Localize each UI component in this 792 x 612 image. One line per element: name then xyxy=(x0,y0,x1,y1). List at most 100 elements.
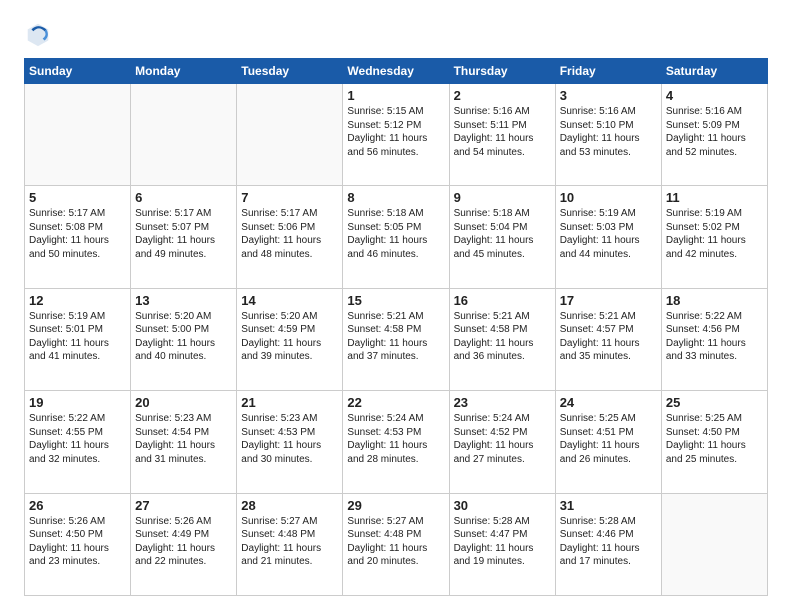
calendar-cell: 29Sunrise: 5:27 AM Sunset: 4:48 PM Dayli… xyxy=(343,493,449,595)
day-info: Sunrise: 5:16 AM Sunset: 5:09 PM Dayligh… xyxy=(666,105,763,159)
day-number: 12 xyxy=(29,293,126,308)
calendar-week-3: 12 Sunrise: 5:19 AM Sunset: 5:01 PM Dayli… xyxy=(25,288,768,390)
day-info: Sunrise: 5:20 AM Sunset: 4:59 PM Dayligh… xyxy=(241,310,338,364)
day-number: 26 xyxy=(29,498,126,513)
calendar-cell: 31 Sunrise: 5:28 AM Sunset: 4:46 PM Dayli… xyxy=(555,493,661,595)
day-info: Sunrise: 5:27 AM Sunset: 4:48 PM Dayligh… xyxy=(347,515,444,569)
calendar-cell xyxy=(25,84,131,186)
calendar-cell: 3 Sunrise: 5:16 AM Sunset: 5:10 PM Daylig… xyxy=(555,84,661,186)
day-number: 1 xyxy=(347,88,444,103)
day-number: 31 xyxy=(560,498,657,513)
calendar-cell: 30 Sunrise: 5:28 AM Sunset: 4:47 PM Dayli… xyxy=(449,493,555,595)
calendar-cell: 12 Sunrise: 5:19 AM Sunset: 5:01 PM Dayli… xyxy=(25,288,131,390)
page: SundayMondayTuesdayWednesdayThursdayFrid… xyxy=(0,0,792,612)
weekday-header-thursday: Thursday xyxy=(449,59,555,84)
day-info: Sunrise: 5:22 AM Sunset: 4:55 PM Dayligh… xyxy=(29,412,126,466)
calendar-cell: 24 Sunrise: 5:25 AM Sunset: 4:51 PM Dayli… xyxy=(555,391,661,493)
day-info: Sunrise: 5:19 AM Sunset: 5:02 PM Dayligh… xyxy=(666,207,763,261)
calendar-cell: 13 Sunrise: 5:20 AM Sunset: 5:00 PM Dayli… xyxy=(131,288,237,390)
calendar-week-1: 1 Sunrise: 5:15 AM Sunset: 5:12 PM Daylig… xyxy=(25,84,768,186)
day-info: Sunrise: 5:24 AM Sunset: 4:52 PM Dayligh… xyxy=(454,412,551,466)
day-number: 25 xyxy=(666,395,763,410)
day-info: Sunrise: 5:21 AM Sunset: 4:58 PM Dayligh… xyxy=(347,310,444,364)
calendar-cell xyxy=(237,84,343,186)
calendar-cell: 7Sunrise: 5:17 AM Sunset: 5:06 PM Daylig… xyxy=(237,186,343,288)
calendar-cell: 25 Sunrise: 5:25 AM Sunset: 4:50 PM Dayli… xyxy=(661,391,767,493)
day-info: Sunrise: 5:19 AM Sunset: 5:01 PM Dayligh… xyxy=(29,310,126,364)
day-number: 24 xyxy=(560,395,657,410)
day-number: 27 xyxy=(135,498,232,513)
day-info: Sunrise: 5:21 AM Sunset: 4:58 PM Dayligh… xyxy=(454,310,551,364)
weekday-header-row: SundayMondayTuesdayWednesdayThursdayFrid… xyxy=(25,59,768,84)
day-info: Sunrise: 5:28 AM Sunset: 4:46 PM Dayligh… xyxy=(560,515,657,569)
calendar-cell: 11 Sunrise: 5:19 AM Sunset: 5:02 PM Dayli… xyxy=(661,186,767,288)
calendar-cell: 27 Sunrise: 5:26 AM Sunset: 4:49 PM Dayli… xyxy=(131,493,237,595)
day-info: Sunrise: 5:26 AM Sunset: 4:49 PM Dayligh… xyxy=(135,515,232,569)
calendar-cell: 19 Sunrise: 5:22 AM Sunset: 4:55 PM Dayli… xyxy=(25,391,131,493)
day-info: Sunrise: 5:15 AM Sunset: 5:12 PM Dayligh… xyxy=(347,105,444,159)
calendar-cell: 4 Sunrise: 5:16 AM Sunset: 5:09 PM Daylig… xyxy=(661,84,767,186)
weekday-header-wednesday: Wednesday xyxy=(343,59,449,84)
calendar-week-5: 26 Sunrise: 5:26 AM Sunset: 4:50 PM Dayli… xyxy=(25,493,768,595)
calendar-cell: 5Sunrise: 5:17 AM Sunset: 5:08 PM Daylig… xyxy=(25,186,131,288)
day-info: Sunrise: 5:20 AM Sunset: 5:00 PM Dayligh… xyxy=(135,310,232,364)
day-number: 7 xyxy=(241,190,338,205)
calendar-cell: 28Sunrise: 5:27 AM Sunset: 4:48 PM Dayli… xyxy=(237,493,343,595)
day-info: Sunrise: 5:23 AM Sunset: 4:54 PM Dayligh… xyxy=(135,412,232,466)
day-number: 30 xyxy=(454,498,551,513)
day-info: Sunrise: 5:25 AM Sunset: 4:51 PM Dayligh… xyxy=(560,412,657,466)
calendar-cell: 22 Sunrise: 5:24 AM Sunset: 4:53 PM Dayli… xyxy=(343,391,449,493)
day-info: Sunrise: 5:21 AM Sunset: 4:57 PM Dayligh… xyxy=(560,310,657,364)
day-info: Sunrise: 5:28 AM Sunset: 4:47 PM Dayligh… xyxy=(454,515,551,569)
day-number: 13 xyxy=(135,293,232,308)
day-number: 21 xyxy=(241,395,338,410)
calendar-week-4: 19 Sunrise: 5:22 AM Sunset: 4:55 PM Dayli… xyxy=(25,391,768,493)
weekday-header-saturday: Saturday xyxy=(661,59,767,84)
logo xyxy=(24,20,56,48)
weekday-header-friday: Friday xyxy=(555,59,661,84)
day-number: 4 xyxy=(666,88,763,103)
day-info: Sunrise: 5:17 AM Sunset: 5:08 PM Dayligh… xyxy=(29,207,126,261)
day-number: 8 xyxy=(347,190,444,205)
day-number: 20 xyxy=(135,395,232,410)
calendar-cell: 9Sunrise: 5:18 AM Sunset: 5:04 PM Daylig… xyxy=(449,186,555,288)
day-number: 2 xyxy=(454,88,551,103)
calendar-cell: 2 Sunrise: 5:16 AM Sunset: 5:11 PM Daylig… xyxy=(449,84,555,186)
calendar-cell: 14 Sunrise: 5:20 AM Sunset: 4:59 PM Dayli… xyxy=(237,288,343,390)
calendar-week-2: 5Sunrise: 5:17 AM Sunset: 5:08 PM Daylig… xyxy=(25,186,768,288)
day-number: 3 xyxy=(560,88,657,103)
day-number: 10 xyxy=(560,190,657,205)
day-number: 9 xyxy=(454,190,551,205)
day-info: Sunrise: 5:18 AM Sunset: 5:05 PM Dayligh… xyxy=(347,207,444,261)
day-info: Sunrise: 5:25 AM Sunset: 4:50 PM Dayligh… xyxy=(666,412,763,466)
day-info: Sunrise: 5:19 AM Sunset: 5:03 PM Dayligh… xyxy=(560,207,657,261)
calendar-cell: 10 Sunrise: 5:19 AM Sunset: 5:03 PM Dayli… xyxy=(555,186,661,288)
weekday-header-sunday: Sunday xyxy=(25,59,131,84)
calendar-cell: 15Sunrise: 5:21 AM Sunset: 4:58 PM Dayli… xyxy=(343,288,449,390)
calendar-cell: 17 Sunrise: 5:21 AM Sunset: 4:57 PM Dayli… xyxy=(555,288,661,390)
day-number: 23 xyxy=(454,395,551,410)
day-number: 22 xyxy=(347,395,444,410)
header xyxy=(24,20,768,48)
day-number: 14 xyxy=(241,293,338,308)
weekday-header-monday: Monday xyxy=(131,59,237,84)
day-number: 6 xyxy=(135,190,232,205)
calendar-cell xyxy=(661,493,767,595)
calendar-cell: 26 Sunrise: 5:26 AM Sunset: 4:50 PM Dayli… xyxy=(25,493,131,595)
calendar-table: SundayMondayTuesdayWednesdayThursdayFrid… xyxy=(24,58,768,596)
day-number: 19 xyxy=(29,395,126,410)
day-info: Sunrise: 5:24 AM Sunset: 4:53 PM Dayligh… xyxy=(347,412,444,466)
calendar-cell: 18Sunrise: 5:22 AM Sunset: 4:56 PM Dayli… xyxy=(661,288,767,390)
day-number: 17 xyxy=(560,293,657,308)
calendar-cell: 20 Sunrise: 5:23 AM Sunset: 4:54 PM Dayli… xyxy=(131,391,237,493)
day-info: Sunrise: 5:16 AM Sunset: 5:11 PM Dayligh… xyxy=(454,105,551,159)
day-info: Sunrise: 5:16 AM Sunset: 5:10 PM Dayligh… xyxy=(560,105,657,159)
calendar-cell: 21Sunrise: 5:23 AM Sunset: 4:53 PM Dayli… xyxy=(237,391,343,493)
logo-icon xyxy=(24,20,52,48)
day-number: 11 xyxy=(666,190,763,205)
day-info: Sunrise: 5:26 AM Sunset: 4:50 PM Dayligh… xyxy=(29,515,126,569)
day-info: Sunrise: 5:27 AM Sunset: 4:48 PM Dayligh… xyxy=(241,515,338,569)
weekday-header-tuesday: Tuesday xyxy=(237,59,343,84)
day-number: 18 xyxy=(666,293,763,308)
calendar-cell: 1 Sunrise: 5:15 AM Sunset: 5:12 PM Daylig… xyxy=(343,84,449,186)
